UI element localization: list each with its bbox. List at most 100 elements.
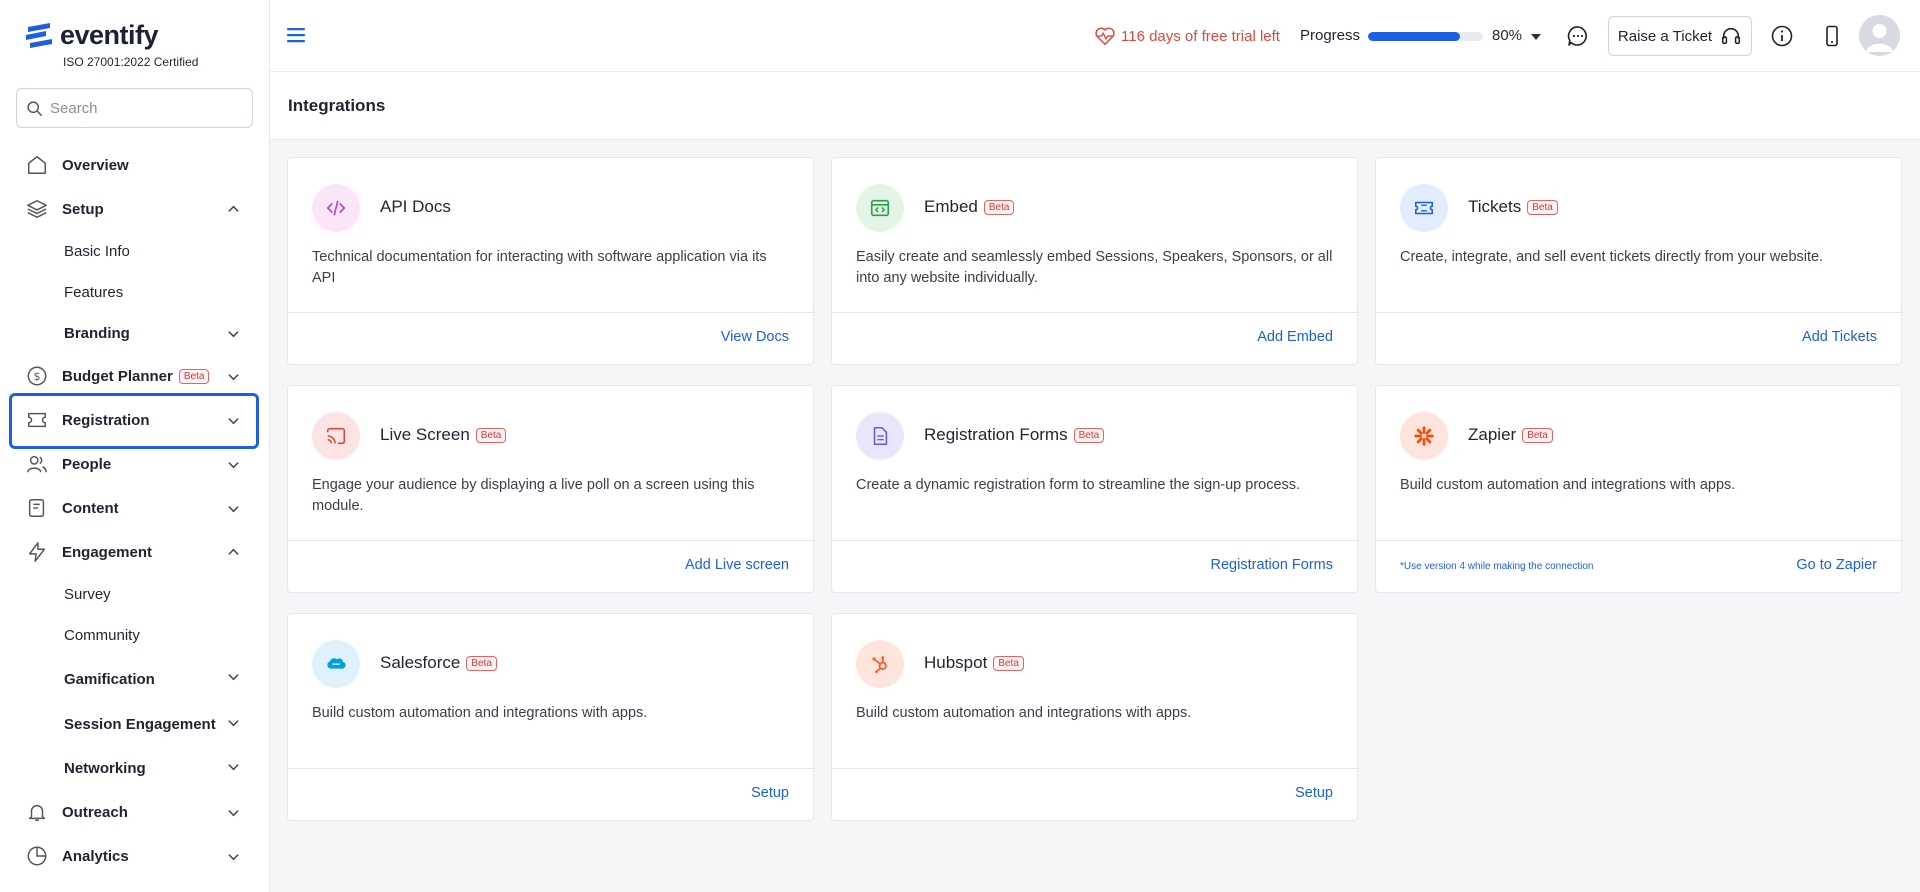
card-title-text: Live Screen xyxy=(380,425,470,444)
chevron-down-icon xyxy=(228,418,239,425)
budget-planner-text: Budget Planner xyxy=(62,367,173,385)
api-docs-icon-wrap xyxy=(312,184,360,232)
embed-icon-wrap xyxy=(856,184,904,232)
sidebar-item-overview[interactable]: Overview xyxy=(0,143,269,187)
hubspot-sprocket-icon xyxy=(872,656,887,674)
card-title-text: Zapier xyxy=(1468,425,1517,444)
dollar-circle-icon: $ xyxy=(27,366,47,386)
sidebar-item-budget-planner[interactable]: $ Budget Planner Beta xyxy=(0,354,269,398)
sidebar-item-outreach[interactable]: Outreach xyxy=(0,790,269,834)
sidebar-item-setup[interactable]: Setup xyxy=(0,187,269,231)
search-icon xyxy=(27,100,43,116)
sidebar: eventify ISO 27001:2022 Certified Overvi… xyxy=(0,0,270,892)
add-embed-button[interactable]: Add Embed xyxy=(1257,329,1333,345)
caret-down-icon[interactable] xyxy=(1531,33,1541,41)
card-title-text: Salesforce xyxy=(380,653,461,672)
people-icon xyxy=(27,455,47,473)
sidebar-subitem-networking[interactable]: Networking xyxy=(0,746,269,790)
integration-card-api-docs: API Docs Technical documentation for int… xyxy=(287,157,814,365)
sidebar-subitem-basic-info[interactable]: Basic Info xyxy=(0,231,269,272)
code-icon xyxy=(326,200,346,216)
trial-status: 116 days of free trial left xyxy=(1094,25,1280,47)
integration-card-registration-forms: Registration Forms Beta Create a dynamic … xyxy=(831,385,1358,593)
card-title-text: Embed xyxy=(924,197,978,216)
chevron-down-icon xyxy=(228,331,239,338)
sidebar-subitem-gamification[interactable]: Gamification xyxy=(0,656,269,702)
sidebar-item-label: People xyxy=(62,455,112,473)
sidebar-subitem-features[interactable]: Features xyxy=(0,272,269,313)
card-title-text: Hubspot xyxy=(924,653,988,672)
sidebar-item-label: Budget Planner Beta xyxy=(62,367,210,385)
raise-ticket-button[interactable]: Raise a Ticket xyxy=(1608,16,1752,56)
headset-icon xyxy=(1722,27,1741,45)
card-title: Live Screen Beta xyxy=(380,425,507,445)
eventify-logo-icon xyxy=(26,22,52,48)
beta-badge: Beta xyxy=(1073,428,1105,443)
go-to-zapier-button[interactable]: Go to Zapier xyxy=(1796,557,1877,573)
svg-text:$: $ xyxy=(34,370,41,383)
sidebar-item-registration[interactable]: Registration xyxy=(0,398,269,442)
card-divider xyxy=(288,540,813,541)
hubspot-setup-button[interactable]: Setup xyxy=(1295,785,1333,801)
live-screen-icon-wrap xyxy=(312,412,360,460)
bell-icon xyxy=(28,804,46,821)
salesforce-setup-button[interactable]: Setup xyxy=(751,785,789,801)
lightning-icon xyxy=(28,542,46,562)
sidebar-item-content[interactable]: Content xyxy=(0,486,269,530)
brand-logo[interactable]: eventify xyxy=(24,20,159,51)
card-divider xyxy=(288,312,813,313)
card-title: Tickets Beta xyxy=(1468,197,1558,217)
sidebar-subitem-label: Networking xyxy=(64,759,146,777)
sidebar-item-engagement[interactable]: Engagement xyxy=(0,530,269,574)
progress-bar-fill xyxy=(1368,32,1460,41)
beta-badge: Beta xyxy=(1527,200,1558,215)
beta-badge: Beta xyxy=(983,200,1015,215)
add-live-screen-button[interactable]: Add Live screen xyxy=(685,557,789,573)
sidebar-subitem-label: Features xyxy=(64,284,124,301)
salesforce-cloud-icon xyxy=(327,658,346,669)
zapier-version-note: *Use version 4 while making the connecti… xyxy=(1400,561,1594,572)
menu-icon[interactable] xyxy=(287,27,305,43)
progress-label: Progress xyxy=(1300,27,1361,44)
chat-icon[interactable] xyxy=(1566,24,1590,48)
registration-forms-button[interactable]: Registration Forms xyxy=(1211,557,1333,573)
integration-card-live-screen: Live Screen Beta Engage your audience by … xyxy=(287,385,814,593)
search-input[interactable] xyxy=(50,99,240,117)
mobile-icon[interactable] xyxy=(1820,24,1844,48)
card-divider xyxy=(288,768,813,769)
page-header: Integrations xyxy=(270,72,1920,140)
sidebar-item-label: Setup xyxy=(62,200,104,218)
integration-card-embed: Embed Beta Easily create and seamlessly e… xyxy=(831,157,1358,365)
sidebar-item-analytics[interactable]: Analytics xyxy=(0,834,269,878)
sidebar-subitem-branding[interactable]: Branding xyxy=(0,313,269,354)
beta-badge: Beta xyxy=(1522,428,1553,443)
sidebar-item-label: Content xyxy=(62,499,119,517)
card-title: Registration Forms Beta xyxy=(924,425,1105,445)
embed-window-icon xyxy=(870,199,890,217)
card-title: API Docs xyxy=(380,197,451,217)
sidebar-subitem-community[interactable]: Community xyxy=(0,615,269,656)
sidebar-subitem-label: Branding xyxy=(64,325,130,342)
card-divider xyxy=(832,312,1357,313)
view-docs-button[interactable]: View Docs xyxy=(721,329,789,345)
chevron-down-icon xyxy=(228,764,239,771)
sidebar-item-people[interactable]: People xyxy=(0,442,269,486)
sidebar-nav: Overview Setup Basic Info Features Brand… xyxy=(0,143,269,878)
info-icon[interactable] xyxy=(1770,24,1794,48)
add-tickets-button[interactable]: Add Tickets xyxy=(1802,329,1877,345)
sidebar-subitem-survey[interactable]: Survey xyxy=(0,574,269,615)
progress-percent: 80% xyxy=(1492,27,1523,44)
card-divider xyxy=(1376,312,1901,313)
user-avatar[interactable] xyxy=(1859,15,1900,56)
certification-text: ISO 27001:2022 Certified xyxy=(63,55,199,69)
sidebar-item-label: Overview xyxy=(62,156,129,174)
zapier-asterisk-icon xyxy=(1414,426,1434,446)
sidebar-item-label: Outreach xyxy=(62,803,128,821)
salesforce-icon-wrap xyxy=(312,640,360,688)
sidebar-subitem-session-engagement[interactable]: Session Engagement xyxy=(0,702,269,746)
top-header: 116 days of free trial left Progress 80%… xyxy=(270,0,1920,72)
sidebar-subitem-label: Gamification xyxy=(64,670,155,688)
chevron-down-icon xyxy=(228,374,239,381)
tickets-icon-wrap xyxy=(1400,184,1448,232)
beta-badge: Beta xyxy=(993,656,1024,671)
